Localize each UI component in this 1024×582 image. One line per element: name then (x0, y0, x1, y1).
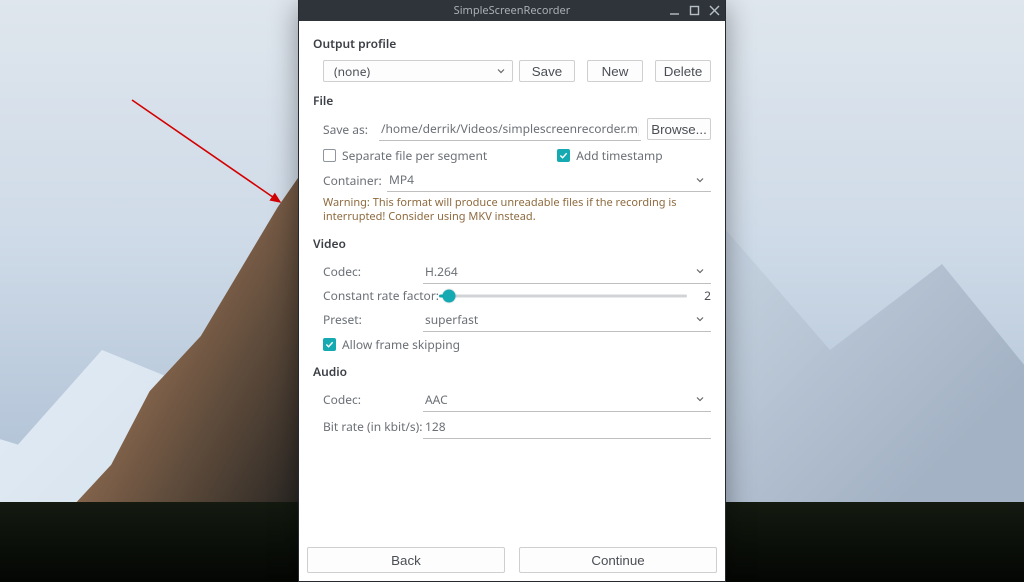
chevron-down-icon (696, 267, 704, 275)
save-as-input[interactable] (379, 117, 641, 141)
bitrate-input[interactable] (423, 415, 711, 439)
browse-button[interactable]: Browse... (647, 118, 711, 140)
chevron-down-icon (497, 67, 505, 75)
output-settings-dialog: SimpleScreenRecorder Output profile (non… (298, 0, 726, 582)
preset-dropdown[interactable]: superfast (423, 308, 711, 332)
allow-frame-skipping-checkbox[interactable]: Allow frame skipping (323, 336, 460, 353)
dialog-footer: Back Continue (299, 541, 725, 581)
container-value: MP4 (389, 171, 414, 188)
video-codec-value: H.264 (425, 263, 458, 280)
window-close-button[interactable] (707, 4, 721, 18)
preset-label: Preset: (323, 311, 423, 328)
separate-file-label: Separate file per segment (342, 147, 487, 164)
chevron-down-icon (696, 176, 704, 184)
window-maximize-button[interactable] (687, 4, 701, 18)
window-title: SimpleScreenRecorder (454, 3, 571, 18)
save-as-label: Save as: (323, 121, 379, 138)
audio-codec-label: Codec: (323, 391, 423, 408)
profile-dropdown-value: (none) (334, 63, 370, 80)
audio-codec-value: AAC (425, 391, 448, 408)
continue-button[interactable]: Continue (519, 547, 717, 573)
titlebar[interactable]: SimpleScreenRecorder (299, 0, 725, 21)
add-timestamp-label: Add timestamp (576, 147, 662, 164)
video-codec-label: Codec: (323, 263, 423, 280)
audio-heading: Audio (313, 363, 711, 380)
back-button[interactable]: Back (307, 547, 505, 573)
container-warning: Warning: This format will produce unread… (313, 196, 711, 225)
window-minimize-button[interactable] (667, 4, 681, 18)
profile-save-button[interactable]: Save (519, 60, 575, 82)
profile-dropdown[interactable]: (none) (323, 60, 513, 82)
crf-value: 2 (693, 287, 711, 304)
separate-file-checkbox[interactable]: Separate file per segment (323, 147, 487, 164)
file-heading: File (313, 92, 711, 109)
allow-frame-skipping-label: Allow frame skipping (342, 336, 460, 353)
chevron-down-icon (696, 315, 704, 323)
audio-codec-dropdown[interactable]: AAC (423, 388, 711, 412)
video-heading: Video (313, 235, 711, 252)
preset-value: superfast (425, 311, 478, 328)
crf-label: Constant rate factor: (323, 287, 439, 304)
profile-new-button[interactable]: New (587, 60, 643, 82)
output-profile-heading: Output profile (313, 35, 711, 52)
chevron-down-icon (696, 395, 704, 403)
video-codec-dropdown[interactable]: H.264 (423, 260, 711, 284)
add-timestamp-checkbox[interactable]: Add timestamp (557, 147, 662, 164)
bitrate-label: Bit rate (in kbit/s): (323, 418, 423, 435)
container-label: Container: (323, 172, 387, 189)
container-dropdown[interactable]: MP4 (387, 168, 711, 192)
crf-slider[interactable] (439, 287, 687, 305)
profile-delete-button[interactable]: Delete (655, 60, 711, 82)
